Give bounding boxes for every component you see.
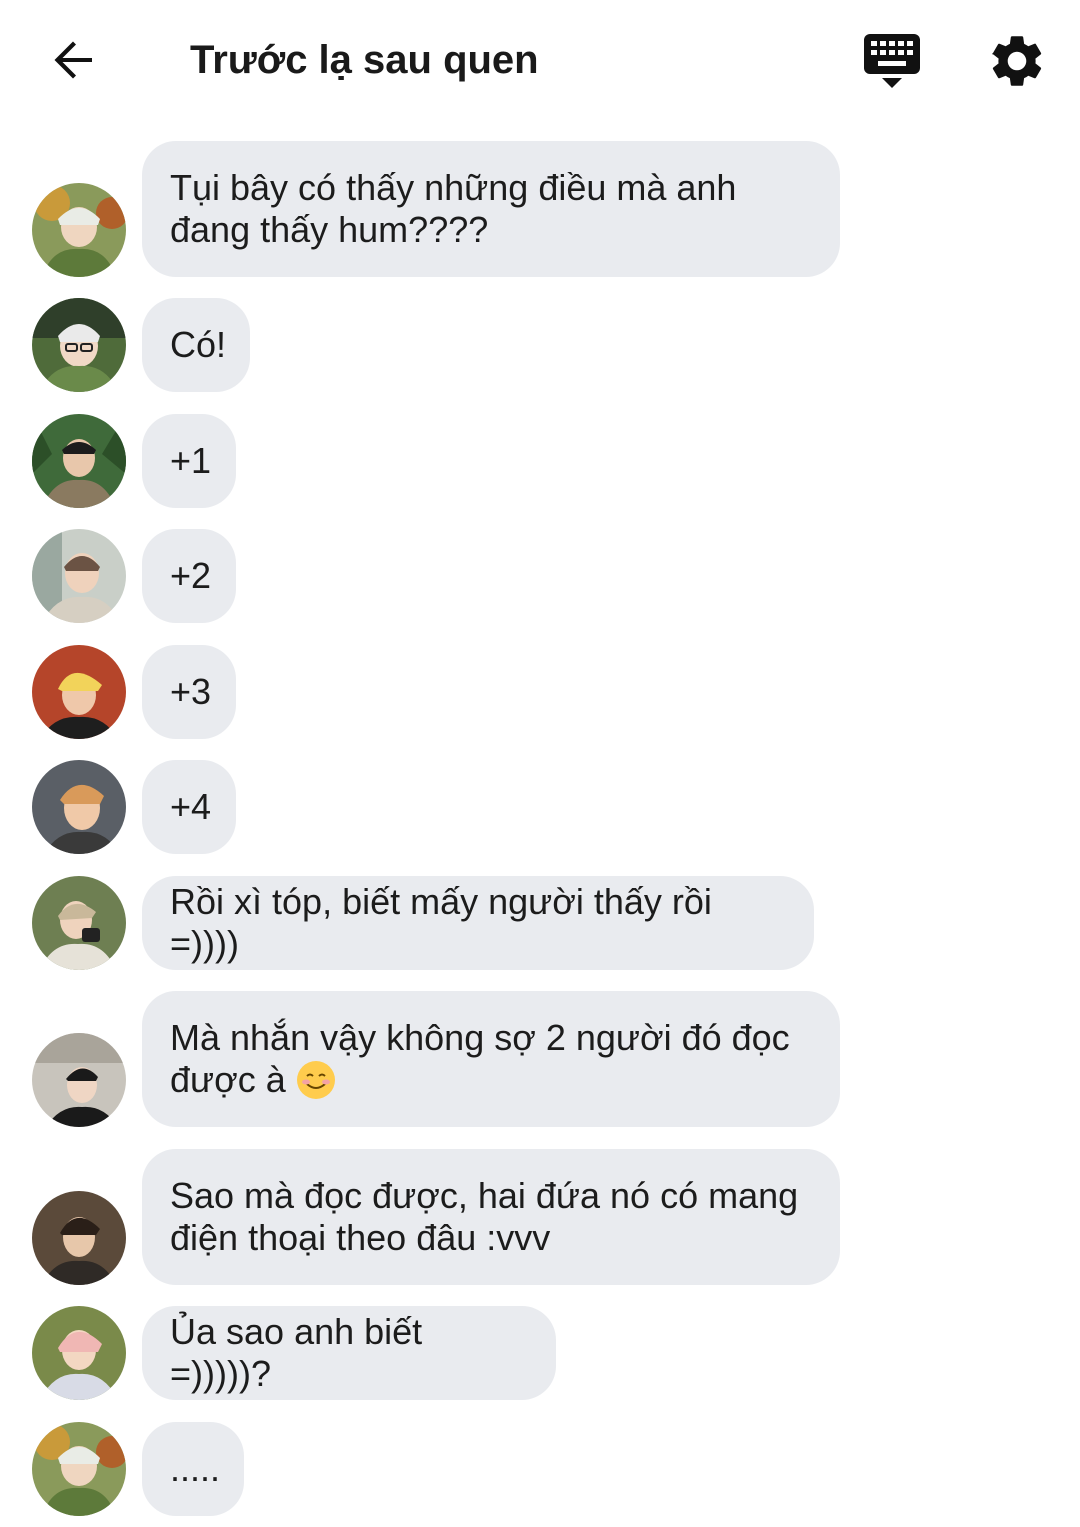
avatar[interactable] bbox=[32, 414, 126, 508]
avatar[interactable] bbox=[32, 1422, 126, 1516]
message-bubble[interactable]: Sao mà đọc được, hai đứa nó có mang điện… bbox=[142, 1149, 840, 1285]
message-text: ..... bbox=[170, 1448, 221, 1489]
message-bubble[interactable]: ..... bbox=[142, 1422, 244, 1516]
message-bubble[interactable]: Mà nhắn vậy không sợ 2 người đó đọc được… bbox=[142, 991, 840, 1127]
avatar[interactable] bbox=[32, 1306, 126, 1400]
message-text: +3 bbox=[170, 671, 212, 712]
message-bubble[interactable]: Có! bbox=[142, 298, 250, 392]
message-list[interactable]: Tụi bây có thấy những điều mà anh đang t… bbox=[0, 0, 1080, 1527]
message-text: Sao mà đọc được, hai đứa nó có mang điện… bbox=[170, 1175, 799, 1258]
message-text: Tụi bây có thấy những điều mà anh đang t… bbox=[170, 167, 737, 250]
message-text: Mà nhắn vậy không sợ 2 người đó đọc được… bbox=[170, 1017, 812, 1101]
smiling-face-emoji bbox=[296, 1061, 335, 1099]
message-bubble[interactable]: +2 bbox=[142, 529, 236, 623]
avatar[interactable] bbox=[32, 529, 126, 623]
message-text-content: Mà nhắn vậy không sợ 2 người đó đọc được… bbox=[170, 1017, 790, 1100]
message-bubble[interactable]: Ủa sao anh biết =)))))? bbox=[142, 1306, 556, 1400]
message-text: Ủa sao anh biết =)))))? bbox=[170, 1311, 423, 1394]
message-bubble[interactable]: +4 bbox=[142, 760, 236, 854]
avatar[interactable] bbox=[32, 645, 126, 739]
message-bubble[interactable]: Rồi xì tóp, biết mấy người thấy rồi =)))… bbox=[142, 876, 814, 970]
message-text: Có! bbox=[170, 324, 227, 365]
avatar[interactable] bbox=[32, 298, 126, 392]
message-text: +1 bbox=[170, 440, 212, 481]
message-bubble[interactable]: Tụi bây có thấy những điều mà anh đang t… bbox=[142, 141, 840, 277]
avatar[interactable] bbox=[32, 760, 126, 854]
message-text: Rồi xì tóp, biết mấy người thấy rồi =)))… bbox=[170, 881, 712, 964]
message-text: +4 bbox=[170, 786, 212, 827]
message-bubble[interactable]: +3 bbox=[142, 645, 236, 739]
avatar[interactable] bbox=[32, 183, 126, 277]
avatar[interactable] bbox=[32, 876, 126, 970]
message-text: +2 bbox=[170, 555, 212, 596]
message-bubble[interactable]: +1 bbox=[142, 414, 236, 508]
avatar[interactable] bbox=[32, 1191, 126, 1285]
avatar[interactable] bbox=[32, 1033, 126, 1127]
